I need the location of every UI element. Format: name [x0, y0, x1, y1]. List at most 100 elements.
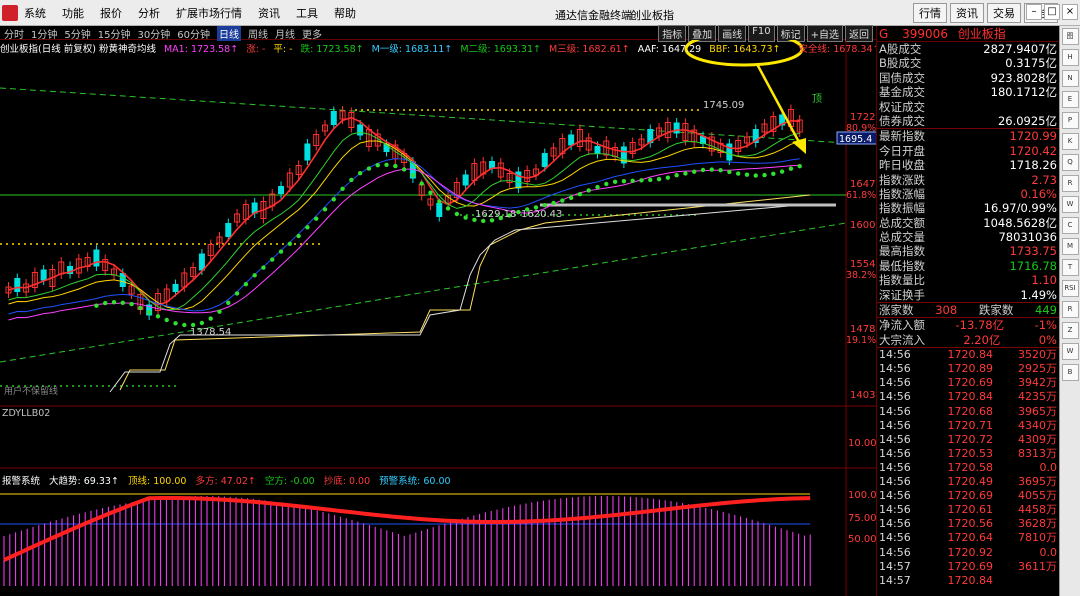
- side-button-8[interactable]: W: [1061, 196, 1079, 213]
- safety-dot: [111, 300, 117, 305]
- side-button-0[interactable]: 图: [1061, 28, 1079, 45]
- stat-row-1-label: 今日开盘: [879, 143, 925, 158]
- top-button-0[interactable]: 行情: [913, 3, 947, 23]
- side-button-4[interactable]: P: [1061, 112, 1079, 129]
- menu-item-6[interactable]: 工具: [296, 5, 318, 21]
- safety-dot: [718, 168, 723, 173]
- side-button-6[interactable]: Q: [1061, 154, 1079, 171]
- tick-row-10: 14:56 1720.69 4055万: [877, 489, 1059, 503]
- tick-row-1: 14:56 1720.89 2925万: [877, 362, 1059, 376]
- period-tab-7[interactable]: 周线: [248, 26, 268, 41]
- safety-dot: [384, 162, 389, 167]
- side-button-12[interactable]: RSI: [1061, 280, 1079, 297]
- side-button-15[interactable]: W: [1061, 343, 1079, 360]
- side-button-14[interactable]: Z: [1061, 322, 1079, 339]
- maximize-icon[interactable]: □: [1044, 4, 1060, 20]
- tick-time: 14:56: [879, 418, 911, 432]
- side-button-13[interactable]: R: [1061, 301, 1079, 318]
- sub2-axis-75: 75.00: [848, 513, 876, 524]
- tick-volume: 4055万: [1018, 489, 1057, 503]
- tick-price: 1720.69: [947, 559, 994, 573]
- safety-dot: [762, 172, 767, 178]
- side-button-11[interactable]: T: [1061, 259, 1079, 276]
- period-tab-2[interactable]: 5分钟: [64, 26, 90, 41]
- menu-item-0[interactable]: 系统: [24, 5, 46, 21]
- period-tab-1[interactable]: 1分钟: [31, 26, 57, 41]
- turnover-row-5-label: 债券成交: [879, 113, 925, 128]
- stat-row-5-label: 指数振幅: [879, 201, 925, 216]
- safety-dot: [208, 316, 213, 321]
- stat-row-10: 指数量比 1.10: [877, 273, 1059, 287]
- minimize-icon[interactable]: –: [1026, 4, 1042, 20]
- safety-dot: [419, 181, 424, 186]
- tick-row-5: 14:56 1720.71 4340万: [877, 419, 1059, 433]
- side-button-1[interactable]: H: [1061, 49, 1079, 66]
- safety-dot: [674, 173, 679, 178]
- menu-bar: 系统 功能 报价 分析 扩展市场行情 资讯 工具 帮助 通达信金融终端 创业板指 行情 资讯 交易…: [0, 0, 1080, 26]
- stat-row-0: 最新指数 1720.99: [877, 129, 1059, 143]
- menu-item-7[interactable]: 帮助: [334, 5, 356, 21]
- flow-label: 净流入额: [879, 318, 925, 333]
- safety-dot: [401, 167, 407, 172]
- tick-row-6: 14:56 1720.72 4309万: [877, 433, 1059, 447]
- safety-dot: [568, 195, 574, 200]
- tick-list[interactable]: 14:56 1720.84 3520万 14:56 1720.89 2925万 14:56 1…: [877, 348, 1059, 588]
- menu-item-3[interactable]: 分析: [138, 5, 160, 21]
- stat-row-2-value: 1718.26: [1009, 158, 1057, 173]
- safety-dot: [243, 282, 249, 287]
- tick-time: 14:56: [879, 545, 911, 559]
- period-tab-6[interactable]: 日线: [216, 26, 241, 41]
- menu-item-4[interactable]: 扩展市场行情: [176, 5, 242, 21]
- side-button-5[interactable]: K: [1061, 133, 1079, 150]
- period-tab-8[interactable]: 月线: [275, 26, 295, 41]
- safety-dot: [331, 197, 336, 202]
- period-tab-0[interactable]: 分时: [4, 26, 24, 41]
- tick-volume: 0.0: [1039, 460, 1058, 474]
- menu-item-1[interactable]: 功能: [62, 5, 84, 21]
- kline-chart[interactable]: 1745.09 1629.18 1620.43 1378.54 用户不保留线 顶…: [0, 40, 876, 596]
- side-button-3[interactable]: E: [1061, 91, 1079, 108]
- tick-time: 14:56: [879, 503, 911, 517]
- price-axis-label: 1554: [850, 259, 875, 270]
- safety-dot: [428, 190, 433, 195]
- tick-row-0: 14:56 1720.84 3520万: [877, 348, 1059, 362]
- safety-dot: [612, 179, 618, 184]
- side-button-10[interactable]: M: [1061, 238, 1079, 255]
- period-tab-4[interactable]: 30分钟: [137, 26, 170, 41]
- tick-row-2: 14:56 1720.69 3942万: [877, 376, 1059, 390]
- close-icon[interactable]: ×: [1062, 4, 1078, 20]
- tick-time: 14:56: [879, 489, 911, 503]
- sub2-long: 多方: 47.02↑: [195, 476, 256, 487]
- top-button-1[interactable]: 资讯: [950, 3, 984, 23]
- period-tab-3[interactable]: 15分钟: [98, 26, 131, 41]
- tick-volume: 3942万: [1018, 376, 1057, 390]
- legend-m2: M二级: 1693.31↑: [460, 44, 541, 55]
- stat-row-7-label: 总成交量: [879, 230, 925, 245]
- tick-row-3: 14:56 1720.84 4235万: [877, 390, 1059, 404]
- tick-time: 14:56: [879, 475, 911, 489]
- turnover-row-5: 债券成交 26.0925亿: [877, 114, 1059, 128]
- price-axis-label: 1600: [850, 220, 875, 231]
- period-tab-9[interactable]: 更多: [302, 26, 322, 41]
- stat-row-10-label: 指数量比: [879, 273, 925, 288]
- safety-dot: [103, 300, 108, 306]
- side-button-16[interactable]: B: [1061, 364, 1079, 381]
- side-button-9[interactable]: C: [1061, 217, 1079, 234]
- tick-price: 1720.84: [947, 348, 994, 362]
- safety-dot: [621, 179, 627, 184]
- stat-row-5: 指数振幅 16.97/0.99%: [877, 201, 1059, 215]
- tick-time: 14:57: [879, 573, 911, 587]
- menu-item-2[interactable]: 报价: [100, 5, 122, 21]
- tick-price: 1720.84: [947, 390, 994, 404]
- side-button-2[interactable]: N: [1061, 70, 1079, 87]
- stat-row-7-value: 78031036: [998, 230, 1057, 245]
- tick-time: 14:56: [879, 362, 911, 376]
- safety-dot: [454, 211, 460, 217]
- stat-row-11: 深证换手 1.49%: [877, 288, 1059, 302]
- period-tab-5[interactable]: 60分钟: [177, 26, 210, 41]
- app-logo-icon: [2, 5, 18, 21]
- menu-item-5[interactable]: 资讯: [258, 5, 280, 21]
- stat-row-11-value: 1.49%: [1020, 287, 1057, 302]
- side-button-7[interactable]: R: [1061, 175, 1079, 192]
- top-button-2[interactable]: 交易: [987, 3, 1021, 23]
